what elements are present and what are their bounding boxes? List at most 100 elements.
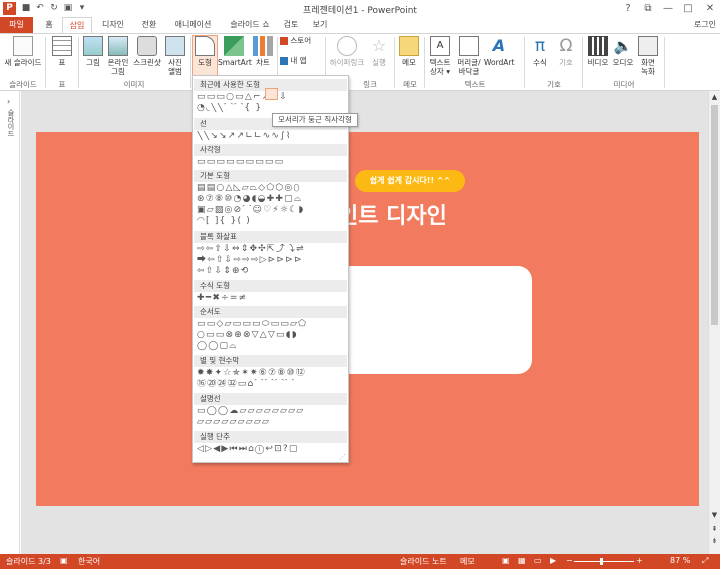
maximize-button[interactable]: □ xyxy=(676,0,700,17)
group-label-comments: 메모 xyxy=(403,80,417,89)
shape-row[interactable]: ⇦⇧⇩⇕⊕⟲ xyxy=(197,266,347,277)
comment-button[interactable]: 메모 xyxy=(398,36,420,67)
divider xyxy=(664,37,665,88)
shape-row[interactable]: ⊛⑦⑧⑩◔◕◖◒✚✚▢⌓ xyxy=(197,194,347,205)
hyperlink-button[interactable]: 하이퍼링크 xyxy=(326,36,368,67)
tab-review[interactable]: 검토 xyxy=(280,17,302,33)
slides-panel[interactable]: › 슬라이드 xyxy=(0,91,20,554)
login-link[interactable]: 로그인 xyxy=(694,17,716,33)
shape-row[interactable]: ⇨⇦⇧⇩⇔⇕✥✣⇱⤴⤵⇌ xyxy=(197,244,347,255)
screen-recording-button[interactable]: 화면 녹화 xyxy=(636,36,660,76)
shape-row[interactable]: ⑯⑳㉔㉜▭⌂⌒⌒⌒⌒ xyxy=(197,379,347,390)
scroll-thumb[interactable] xyxy=(711,105,718,325)
shape-row[interactable]: ▭▭▭▭▭▭▭▭▭ xyxy=(197,157,347,168)
store-button[interactable]: 스토어 xyxy=(280,36,320,45)
symbol-button[interactable]: Ω 기호 xyxy=(554,36,578,67)
comments-button[interactable]: 메모 xyxy=(460,556,475,567)
slide-canvas[interactable]: 쉽게 쉽게 갑시다!! ^^ 인트 디자인 xyxy=(36,132,699,506)
close-button[interactable]: ✕ xyxy=(698,0,720,17)
film-icon xyxy=(588,36,608,56)
action-button[interactable]: ☆ 실행 xyxy=(368,36,390,67)
shape-row[interactable]: ▣▱▧◎⊘⌒☺♡⚡☼☾◗ xyxy=(197,205,347,216)
slide-title[interactable]: 인트 디자인 xyxy=(338,198,447,230)
shape-row[interactable]: ▤▤○△◺▱⏢◇⬠⬡◎⬯ xyxy=(197,183,347,194)
scroll-up-icon[interactable]: ▲ xyxy=(710,93,719,102)
video-button[interactable]: 비디오 xyxy=(586,36,610,67)
prev-slide-icon[interactable]: ⇞ xyxy=(710,525,719,533)
title-bar: P ■ ↶ ↻ ▣ ▾ 프레젠테이션1 - PowerPoint ? ⧉ — □… xyxy=(0,0,720,17)
photo-album-button[interactable]: 사진 앨범 xyxy=(163,36,187,76)
next-slide-icon[interactable]: ⇟ xyxy=(710,537,719,545)
shape-row[interactable]: ◁▷◀▶⏮⏭⌂ⓘ↩⊡?▢ xyxy=(197,444,347,455)
table-button[interactable]: 표 xyxy=(50,36,74,67)
shape-row[interactable]: ○▭▭⊗⊕⊗▽△▽▭◖◗ xyxy=(197,330,347,341)
zoom-out-button[interactable]: − xyxy=(566,556,573,565)
online-picture-button[interactable]: 온라인 그림 xyxy=(106,36,130,76)
tab-slideshow[interactable]: 슬라이드 쇼 xyxy=(224,17,276,33)
shape-row[interactable]: ✚━✖÷=≠ xyxy=(197,293,347,304)
shapes-dropdown[interactable]: 최근에 사용한 도형 ▭▭▭○▭△⌐↗⇨⇩ ◔◟╲╲⌒⌒{ } 선 ╲╲↘↘↗↗… xyxy=(192,75,349,463)
textbox-label: 텍스트 상자 ▾ xyxy=(429,58,451,76)
shape-row[interactable]: ▭▭◇▱▭▭▭⬭▭▭▱⬠ xyxy=(197,319,347,330)
expand-arrow-icon[interactable]: › xyxy=(7,97,10,106)
slide-editor[interactable]: 쉽게 쉽게 갑시다!! ^^ 인트 디자인 xyxy=(21,91,708,554)
tab-animations[interactable]: 애니메이션 xyxy=(168,17,218,33)
textbox-button[interactable]: A 텍스트 상자 ▾ xyxy=(426,36,454,76)
shape-row[interactable]: ◠[ ]{ }( ) xyxy=(197,216,347,227)
shape-row[interactable]: ◯◯▢⌓ xyxy=(197,341,347,352)
zoom-slider[interactable] xyxy=(574,561,634,562)
audio-button[interactable]: 🔈 오디오 xyxy=(611,36,635,67)
tab-home[interactable]: 홈 xyxy=(39,17,59,33)
chart-button[interactable]: 차트 xyxy=(252,36,274,67)
tab-insert[interactable]: 삽입 xyxy=(62,17,92,34)
slide-subtitle-pill[interactable]: 쉽게 쉽게 갑시다!! ^^ xyxy=(355,170,465,192)
slideshow-view-icon[interactable]: ▶ xyxy=(550,556,556,565)
chart-label: 차트 xyxy=(256,58,270,67)
textbox-icon: A xyxy=(430,36,450,56)
screenshot-label: 스크린샷 xyxy=(133,58,161,67)
reading-view-icon[interactable]: ▭ xyxy=(534,556,542,565)
header-footer-button[interactable]: 머리글/바닥글 xyxy=(454,36,484,76)
tab-view[interactable]: 보기 xyxy=(308,17,332,33)
slide-white-card[interactable] xyxy=(336,266,532,374)
vertical-scrollbar[interactable]: ▲ ▼ ⇞ ⇟ xyxy=(708,91,720,554)
language-icon[interactable]: ▣ xyxy=(60,556,68,565)
notes-button[interactable]: 슬라이드 노트 xyxy=(400,556,447,567)
my-apps-label: 내 앱 xyxy=(290,56,307,65)
shape-row[interactable]: ▱▱▱▱▱▱▱▱▱ xyxy=(197,417,347,428)
zoom-in-button[interactable]: + xyxy=(636,556,643,565)
table-label: 표 xyxy=(58,58,66,67)
slide-sorter-icon[interactable]: ▦ xyxy=(518,556,526,565)
group-label-links: 링크 xyxy=(363,80,377,89)
new-slide-button[interactable]: 새 슬라이드 xyxy=(4,36,42,67)
resize-grip-icon[interactable]: ⋰ xyxy=(339,453,346,461)
language-status[interactable]: 한국어 xyxy=(78,556,100,567)
tooltip: 모서리가 둥근 직사각형 xyxy=(272,113,358,127)
my-apps-icon xyxy=(280,57,288,65)
normal-view-icon[interactable]: ▣ xyxy=(502,556,510,565)
my-apps-button[interactable]: 내 앱 xyxy=(280,56,320,65)
section-rectangles: 사각형 xyxy=(194,144,347,156)
shape-row[interactable]: ✹✸✦☆✯✶✷⑥⑦⑧⑩⑫ xyxy=(197,368,347,379)
globe-icon xyxy=(337,36,357,56)
shape-row[interactable]: ⮕⇦⇧⇩⇨⇨⇨▷⊳⊳⊳⊳ xyxy=(197,255,347,266)
zoom-level[interactable]: 87 % xyxy=(670,556,690,565)
wordart-button[interactable]: A WordArt xyxy=(484,36,514,67)
equation-button[interactable]: π 수식 xyxy=(528,36,552,67)
fit-to-window-icon[interactable]: ⤢ xyxy=(702,556,708,566)
screenshot-button[interactable]: 스크린샷 xyxy=(132,36,162,67)
shape-row[interactable]: ╲╲↘↘↗↗∟∟∿∿∫⌇ xyxy=(197,131,347,142)
smartart-button[interactable]: SmartArt xyxy=(218,36,252,67)
shapes-button[interactable]: 도형 xyxy=(192,35,218,78)
scroll-down-icon[interactable]: ▼ xyxy=(710,511,719,519)
zoom-slider-thumb[interactable] xyxy=(600,558,603,565)
star-icon: ☆ xyxy=(371,36,387,55)
tab-design[interactable]: 디자인 xyxy=(96,17,130,33)
rounded-rectangle-shape[interactable] xyxy=(265,88,278,100)
tab-transitions[interactable]: 전환 xyxy=(136,17,162,33)
tab-file[interactable]: 파일 xyxy=(0,17,33,33)
section-callouts: 설명선 xyxy=(194,393,347,405)
picture-button[interactable]: 그림 xyxy=(82,36,104,67)
hyperlink-label: 하이퍼링크 xyxy=(329,58,365,67)
shape-row[interactable]: ▭◯◯☁▱▱▱▱▱▱▱▱ xyxy=(197,406,347,417)
